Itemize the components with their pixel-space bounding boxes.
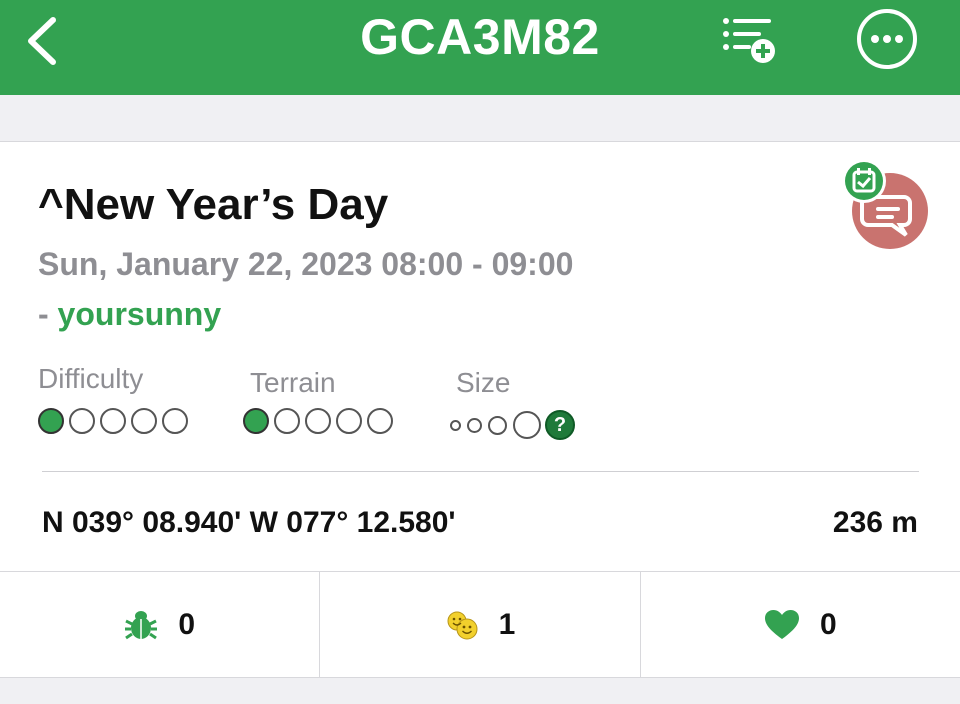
size-large-dot [513,411,541,439]
terrain-dot-filled [243,408,269,434]
difficulty-dot-empty [69,408,95,434]
distance: 236 m [832,506,918,539]
difficulty-dot-empty [131,408,157,434]
finds-stat[interactable]: 1 [320,572,641,678]
terrain-dot-empty [274,408,300,434]
size-small-dot [467,417,482,433]
top-app-bar: GCA3M82 [0,0,960,95]
list-add-icon [723,18,775,63]
size-rating: ? [450,410,575,440]
terrain-dot-empty [367,408,393,434]
trackables-count: 0 [178,608,195,641]
stats-bar: 0 1 0 [0,571,960,678]
size-label: Size [456,367,511,398]
cache-name: ^New Year’s Day [38,180,389,229]
favorites-stat[interactable]: 0 [641,572,960,678]
ellipsis-circle-icon [857,9,917,69]
coordinates[interactable]: N 039° 08.940' W 077° 12.580' [42,504,456,542]
terrain-dot-empty [336,408,362,434]
difficulty-label: Difficulty [38,363,144,394]
terrain-dot-empty [305,408,331,434]
bug-icon [124,609,158,641]
more-options-button[interactable] [852,6,922,72]
owner-link[interactable]: yoursunny [58,296,222,332]
page-title: GCA3M82 [360,9,600,65]
owner-line: - yoursunny [38,294,221,334]
trackables-stat[interactable]: 0 [0,572,321,678]
difficulty-dot-empty [100,408,126,434]
finds-count: 1 [498,608,516,641]
difficulty-rating [38,408,193,434]
terrain-rating [243,408,398,434]
event-date: Sun, January 22, 2023 08:00 - 09:00 [38,246,574,282]
difficulty-dot-empty [162,408,188,434]
heart-icon [764,609,800,641]
size-micro-dot [450,419,461,431]
favorites-count: 0 [819,608,837,641]
add-to-list-button[interactable] [712,6,784,72]
owner-prefix: - [38,296,58,332]
difficulty-dot-filled [38,408,64,434]
terrain-label: Terrain [250,367,336,398]
size-regular-dot [488,415,507,435]
size-unknown-icon: ? [545,410,575,440]
cache-summary-card: ^New Year’s Day Sun, January 22, 2023 08… [0,141,960,678]
event-cache-type-icon [842,159,928,249]
smiley-faces-icon [445,609,479,641]
divider [42,471,919,472]
